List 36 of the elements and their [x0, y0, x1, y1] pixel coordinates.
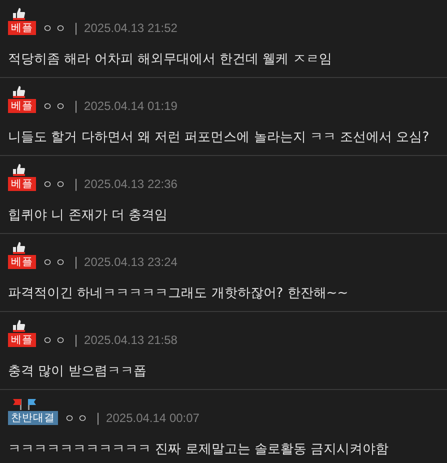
flags-icon — [12, 397, 38, 410]
badge: 베플 — [8, 99, 36, 113]
comment-text: 적당히좀 해라 어차피 해외무대에서 한건데 웰케 ㅈㄹ임 — [8, 51, 333, 68]
comment-date: 2025.04.14 00:07 — [106, 411, 200, 425]
thumbs-up-icon — [12, 241, 25, 254]
comment-text: ㅋㅋㅋㅋㅋㅋㅋㅋㅋㅋㅋ 진짜 로제말고는 솔로활동 금지시켜야함 — [8, 441, 390, 458]
nickname[interactable]: ㅇㅇ — [64, 410, 90, 426]
thumbs-up-icon — [12, 163, 25, 176]
separator: | — [74, 21, 78, 35]
comment-date: 2025.04.14 01:19 — [84, 99, 178, 113]
comment-date: 2025.04.13 23:24 — [84, 255, 178, 269]
comment-date: 2025.04.13 21:58 — [84, 333, 178, 347]
separator: | — [74, 255, 78, 269]
comment-text: 니들도 할거 다하면서 왜 저런 퍼포먼스에 놀라는지 ㅋㅋ 조선에서 오심? — [8, 129, 430, 146]
comment-date: 2025.04.13 22:36 — [84, 177, 178, 191]
badge: 베플 — [8, 255, 36, 269]
comment-text: 충격 많이 받으렴ㅋㅋ폽 — [8, 363, 148, 380]
separator: | — [74, 333, 78, 347]
nickname[interactable]: ㅇㅇ — [42, 176, 68, 192]
badge: 베플 — [8, 177, 36, 191]
separator: | — [74, 99, 78, 113]
thumbs-up-icon — [12, 85, 25, 98]
nickname[interactable]: ㅇㅇ — [42, 20, 68, 36]
separator: | — [96, 411, 100, 425]
badge: 베플 — [8, 333, 36, 347]
nickname[interactable]: ㅇㅇ — [42, 332, 68, 348]
badge: 베플 — [8, 21, 36, 35]
comment-date: 2025.04.13 21:52 — [84, 21, 178, 35]
thumbs-up-icon — [12, 319, 25, 332]
comment-text: 힙퀴야 니 존재가 더 충격임 — [8, 207, 169, 224]
thumbs-up-icon — [12, 7, 25, 20]
nickname[interactable]: ㅇㅇ — [42, 98, 68, 114]
badge: 찬반대결 — [8, 411, 58, 425]
nickname[interactable]: ㅇㅇ — [42, 254, 68, 270]
separator: | — [74, 177, 78, 191]
comment-text: 파격적이긴 하네ㅋㅋㅋㅋㅋ그래도 개핫하잖어? 한잔해~~ — [8, 285, 350, 302]
